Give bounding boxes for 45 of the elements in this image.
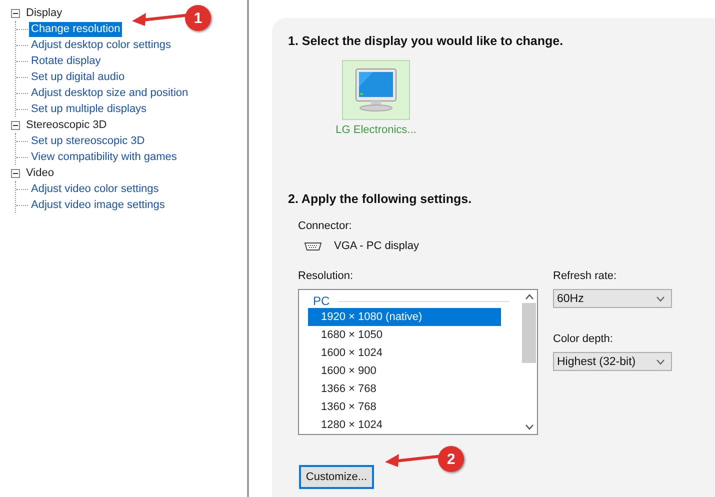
field-label: Refresh rate: bbox=[553, 270, 618, 282]
dropdown[interactable]: Highest (32-bit) bbox=[553, 352, 672, 371]
tree-link[interactable]: Set up multiple displays bbox=[29, 102, 149, 116]
tree-link[interactable]: Adjust desktop size and position bbox=[29, 86, 190, 100]
field-label: Color depth: bbox=[553, 333, 614, 345]
list-item[interactable]: 1366 × 768 bbox=[308, 380, 501, 398]
resolution-label: Resolution: bbox=[298, 270, 354, 282]
collapse-toggle-icon[interactable] bbox=[11, 8, 20, 18]
tree-link[interactable]: Set up digital audio bbox=[29, 70, 127, 84]
tree-item[interactable]: Display bbox=[24, 7, 64, 19]
display-name: LG Electronics... bbox=[336, 124, 416, 136]
collapse-toggle-icon[interactable] bbox=[11, 168, 20, 178]
tree-link[interactable]: Adjust desktop color settings bbox=[29, 38, 174, 52]
list-item[interactable]: 1680 × 1050 bbox=[308, 326, 501, 344]
vga-port-icon bbox=[304, 242, 322, 250]
resolution-list[interactable]: PC 1920 × 1080 (native) 1680 × 1050 1600 × 1024 1600 × 900 1366 × 768 1360 × 768 1280 × 1024 bbox=[298, 289, 538, 435]
list-item[interactable]: 1920 × 1080 (native) bbox=[308, 308, 501, 326]
tree-item[interactable]: Video bbox=[24, 167, 56, 179]
chevron-down-icon bbox=[656, 358, 665, 364]
customize-button[interactable]: Customize... bbox=[299, 465, 374, 489]
dropdown[interactable]: 60Hz bbox=[553, 289, 672, 308]
tree-item[interactable]: Stereoscopic 3D bbox=[24, 119, 109, 131]
tree-link[interactable]: View compatibility with games bbox=[29, 150, 179, 164]
chevron-down-icon bbox=[656, 296, 665, 302]
step-badge: 1 bbox=[185, 5, 211, 31]
section-heading: 1. Select the display you would like to change. bbox=[288, 34, 564, 48]
display-tile[interactable] bbox=[342, 60, 410, 120]
list-item[interactable]: 1600 × 900 bbox=[308, 362, 501, 380]
collapse-toggle-icon[interactable] bbox=[11, 120, 20, 130]
monitor-icon bbox=[353, 67, 399, 113]
connector-value: VGA - PC display bbox=[334, 240, 419, 252]
tree-link[interactable]: Change resolution bbox=[29, 22, 122, 36]
list-item[interactable]: 1600 × 1024 bbox=[308, 344, 501, 362]
scroll-up-icon[interactable] bbox=[524, 294, 534, 300]
list-item[interactable]: 1280 × 1024 bbox=[308, 416, 501, 434]
scroll-down-icon[interactable] bbox=[524, 424, 534, 430]
scroll-thumb[interactable] bbox=[522, 303, 536, 363]
tree-link[interactable]: Set up stereoscopic 3D bbox=[29, 134, 147, 148]
tree-link[interactable]: Rotate display bbox=[29, 54, 103, 68]
section-heading: 2. Apply the following settings. bbox=[288, 192, 473, 206]
tree-link[interactable]: Adjust video color settings bbox=[29, 182, 161, 196]
list-item[interactable]: 1360 × 768 bbox=[308, 398, 501, 416]
connector-label: Connector: bbox=[297, 220, 353, 232]
tree-link[interactable]: Adjust video image settings bbox=[29, 198, 167, 212]
list-group-header: PC bbox=[308, 294, 521, 308]
